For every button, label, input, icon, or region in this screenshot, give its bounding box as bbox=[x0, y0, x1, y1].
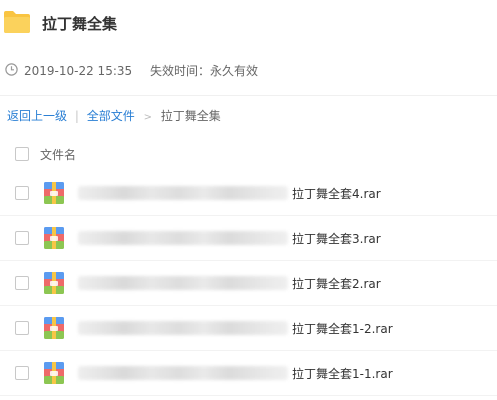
rar-archive-icon bbox=[44, 317, 64, 339]
select-all-checkbox[interactable] bbox=[15, 147, 29, 161]
redacted-text bbox=[78, 186, 288, 200]
redacted-text bbox=[78, 231, 288, 245]
rar-archive-icon bbox=[44, 272, 64, 294]
breadcrumb-separator: | bbox=[74, 109, 79, 123]
redacted-text bbox=[78, 276, 288, 290]
file-name[interactable]: 拉丁舞全套4.rar bbox=[292, 185, 381, 202]
redacted-text bbox=[78, 321, 288, 335]
all-files-link[interactable]: 全部文件 bbox=[87, 109, 135, 123]
file-row[interactable]: 拉丁舞全套2.rar bbox=[0, 261, 497, 306]
file-row[interactable]: 拉丁舞全套4.rar bbox=[0, 171, 497, 216]
divider bbox=[0, 95, 497, 96]
file-row[interactable]: 拉丁舞全套3.rar bbox=[0, 216, 497, 261]
rar-archive-icon bbox=[44, 227, 64, 249]
back-link[interactable]: 返回上一级 bbox=[7, 109, 67, 123]
rar-archive-icon bbox=[44, 362, 64, 384]
folder-icon bbox=[4, 11, 30, 33]
rar-archive-icon bbox=[44, 182, 64, 204]
redacted-text bbox=[78, 366, 288, 380]
column-header-filename: 文件名 bbox=[40, 148, 77, 162]
expire-time: 失效时间：永久有效 bbox=[149, 64, 258, 78]
breadcrumb: 返回上一级 | 全部文件 > 拉丁舞全集 bbox=[7, 107, 221, 124]
file-list-header: 文件名 bbox=[0, 135, 497, 171]
file-checkbox[interactable] bbox=[15, 321, 29, 335]
file-checkbox[interactable] bbox=[15, 231, 29, 245]
file-checkbox[interactable] bbox=[15, 276, 29, 290]
breadcrumb-current: 拉丁舞全集 bbox=[160, 109, 221, 123]
file-name[interactable]: 拉丁舞全套1-1.rar bbox=[292, 365, 393, 382]
file-row[interactable]: 拉丁舞全套1-2.rar bbox=[0, 306, 497, 351]
file-checkbox[interactable] bbox=[15, 366, 29, 380]
file-checkbox[interactable] bbox=[15, 186, 29, 200]
file-name[interactable]: 拉丁舞全套3.rar bbox=[292, 230, 381, 247]
chevron-right-icon: > bbox=[143, 112, 152, 123]
share-meta: 2019-10-22 15:35 失效时间：永久有效 bbox=[0, 58, 497, 84]
file-row[interactable]: 拉丁舞全套1-1.rar bbox=[0, 351, 497, 396]
page-title: 拉丁舞全集 bbox=[42, 15, 118, 33]
file-name[interactable]: 拉丁舞全套1-2.rar bbox=[292, 320, 393, 337]
clock-icon bbox=[5, 63, 18, 76]
share-timestamp: 2019-10-22 15:35 bbox=[24, 64, 133, 78]
share-header: 拉丁舞全集 bbox=[0, 0, 497, 48]
file-name[interactable]: 拉丁舞全套2.rar bbox=[292, 275, 381, 292]
